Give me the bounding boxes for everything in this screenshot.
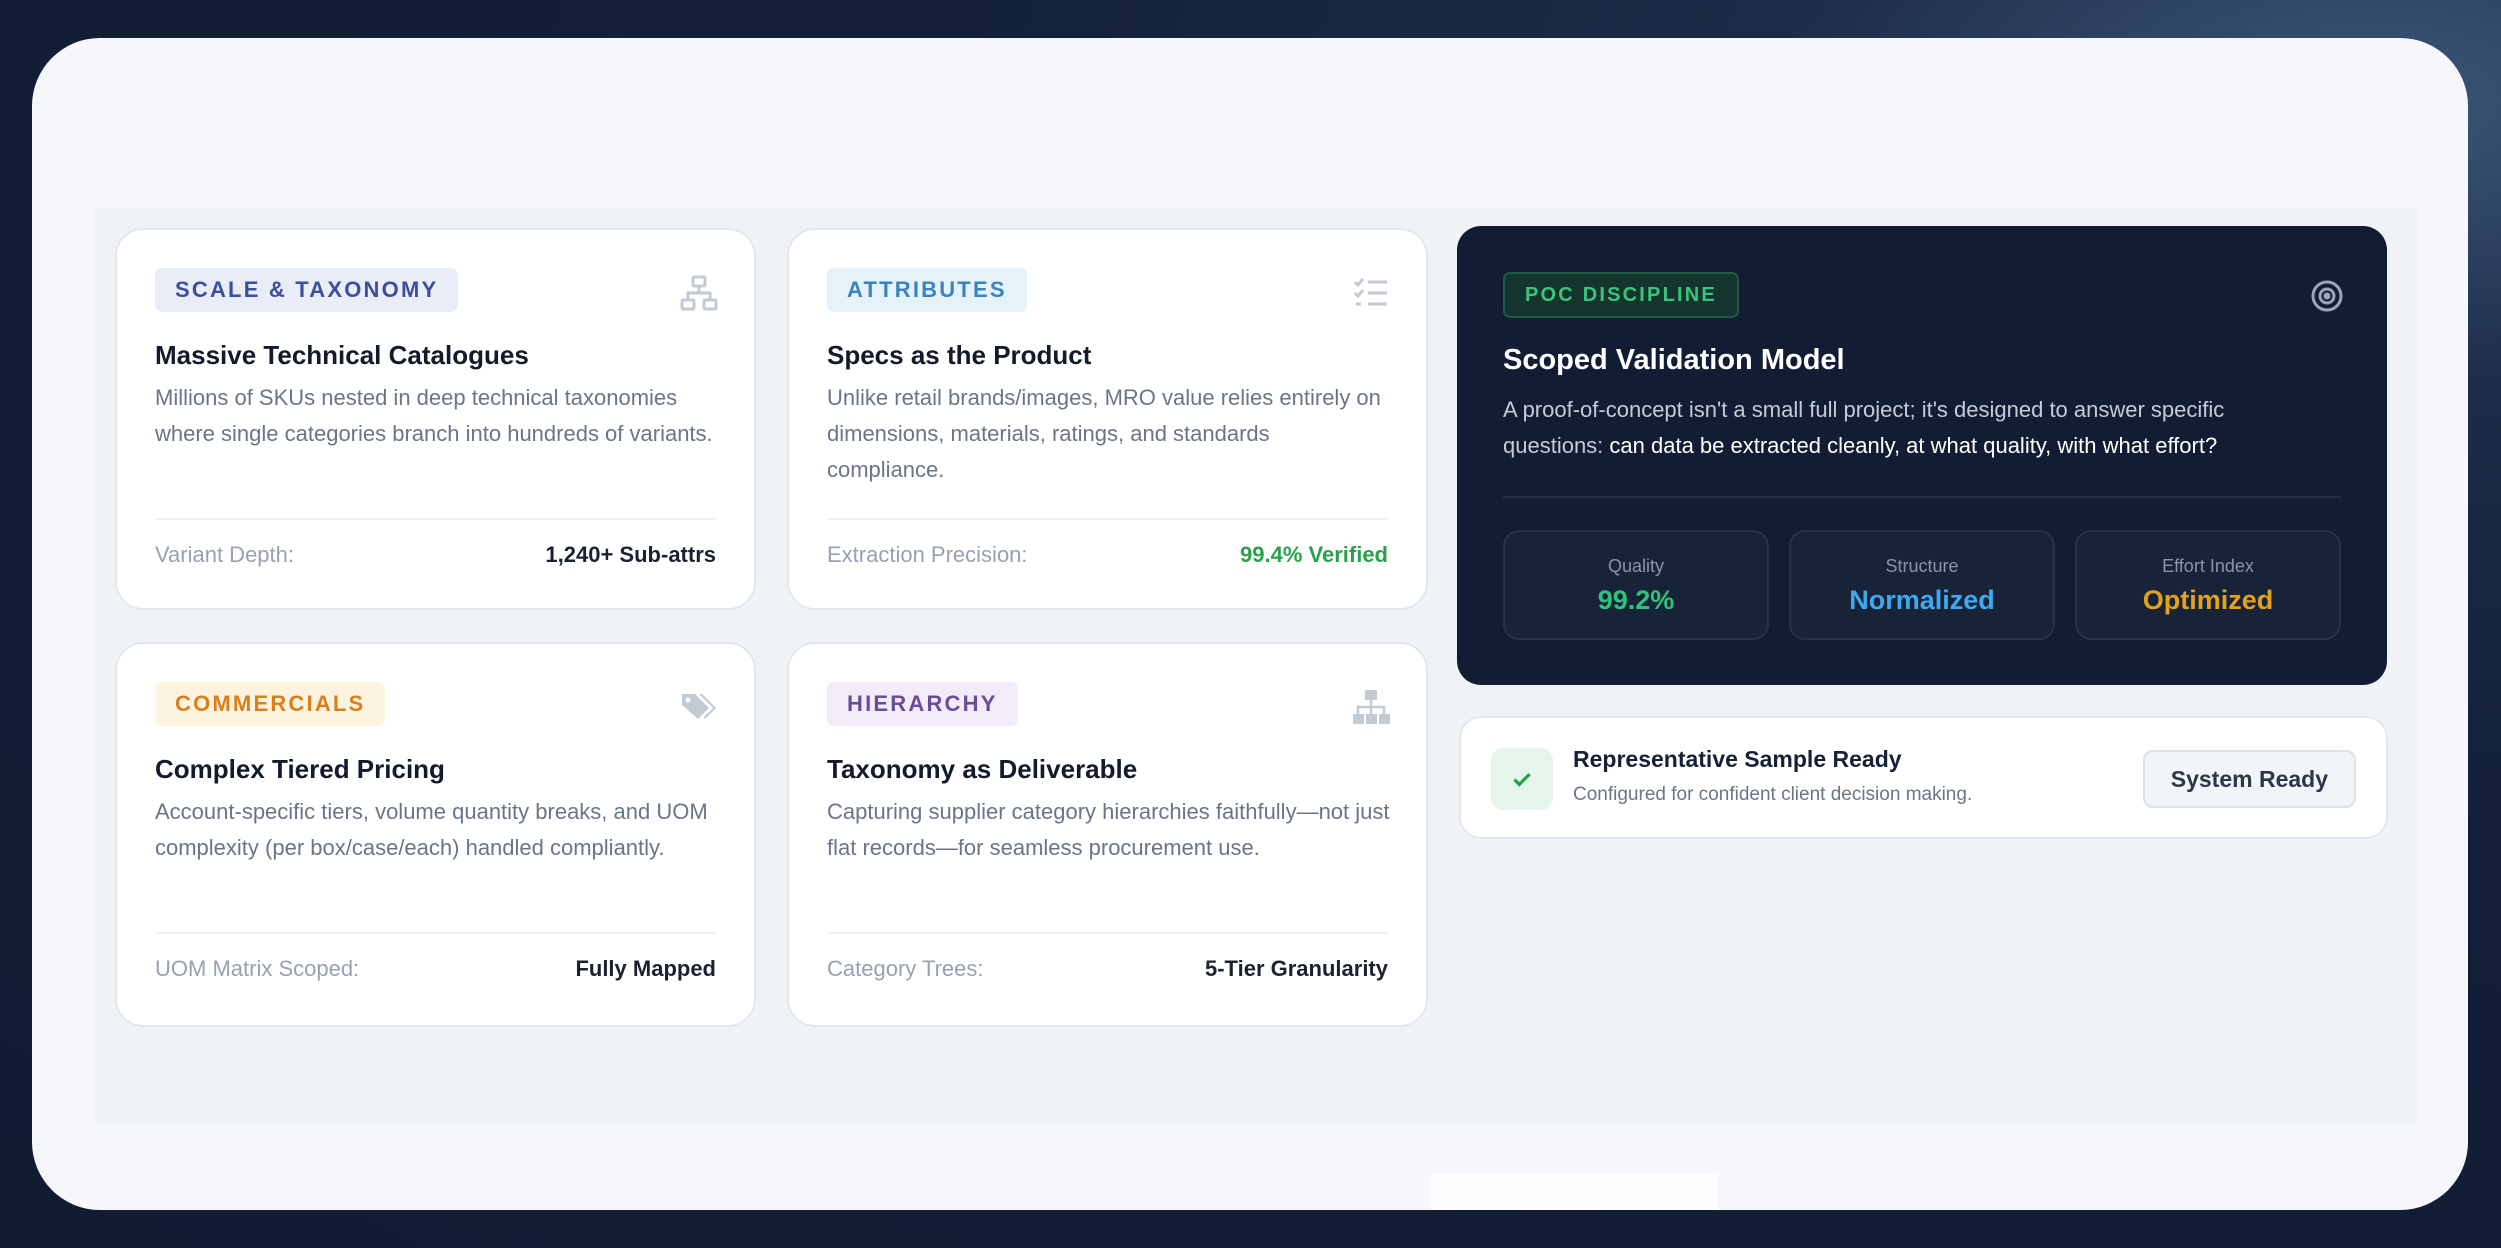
metric-value: Optimized (2142, 585, 2274, 615)
metric-label: Structure (1885, 556, 1959, 576)
card-hierarchy: HIERARCHY Taxonomy as Deliverable Captur… (787, 642, 1428, 1027)
metric-label: Quality (1607, 556, 1665, 576)
card-divider (827, 932, 1388, 934)
card-description: Capturing supplier category hierarchies … (827, 799, 1390, 860)
poc-description-emphasis: can data be extracted cleanly, at what q… (1609, 433, 2218, 458)
metric-value: Normalized (1849, 585, 1995, 615)
card-divider (155, 518, 716, 520)
badge-scale-taxonomy: SCALE & TAXONOMY (155, 268, 459, 312)
sitemap-icon (680, 274, 718, 312)
metric-effort-index: Effort Index Optimized (2075, 530, 2341, 640)
status-subtitle: Configured for confident client decision… (1573, 784, 1973, 805)
card-description: Account-specific tiers, volume quantity … (155, 799, 708, 860)
card-description: Millions of SKUs nested in deep technica… (155, 385, 713, 446)
poc-panel: POC DISCIPLINE Scoped Validation Model A… (1457, 226, 2387, 685)
card-footer-label: Category Trees: (827, 956, 984, 981)
card-divider (155, 932, 716, 934)
card-footer-label: Variant Depth: (155, 542, 295, 567)
card-title: Complex Tiered Pricing (155, 754, 445, 784)
metric-structure: Structure Normalized (1789, 530, 2055, 640)
poc-description: A proof-of-concept isn't a small full pr… (1503, 392, 2267, 464)
status-title: Representative Sample Ready (1573, 746, 1902, 772)
card-title: Massive Technical Catalogues (155, 340, 529, 370)
checklist-icon (1352, 274, 1390, 312)
badge-poc-discipline: POC DISCIPLINE (1503, 272, 1739, 318)
card-footer-value: Fully Mapped (575, 956, 716, 981)
metric-value: 99.2% (1597, 585, 1675, 615)
card-divider (827, 518, 1388, 520)
badge-commercials: COMMERCIALS (155, 682, 386, 726)
card-footer-label: UOM Matrix Scoped: (155, 956, 360, 981)
poc-title: Scoped Validation Model (1503, 344, 1845, 376)
tags-icon (680, 688, 718, 726)
metric-quality: Quality 99.2% (1503, 530, 1769, 640)
target-icon (2309, 278, 2345, 314)
metric-label: Effort Index (2162, 556, 2254, 576)
bottom-tab (1430, 1174, 1718, 1210)
card-attributes: ATTRIBUTES Specs as the Product Unlike r… (787, 228, 1428, 610)
card-title: Taxonomy as Deliverable (827, 754, 1138, 784)
check-icon (1491, 748, 1553, 810)
badge-hierarchy: HIERARCHY (827, 682, 1018, 726)
system-ready-button[interactable]: System Ready (2142, 750, 2356, 808)
sample-ready-status: Representative Sample Ready Configured f… (1459, 716, 2388, 839)
card-description: Unlike retail brands/images, MRO value r… (827, 385, 1381, 482)
card-footer-value: 99.4% Verified (1240, 542, 1388, 567)
card-scale-taxonomy: SCALE & TAXONOMY Massive Technical Catal… (115, 228, 756, 610)
card-footer-value: 1,240+ Sub-attrs (545, 542, 716, 567)
poc-divider (1503, 496, 2341, 498)
card-title: Specs as the Product (827, 340, 1092, 370)
badge-attributes: ATTRIBUTES (827, 268, 1027, 312)
card-commercials: COMMERCIALS Complex Tiered Pricing Accou… (115, 642, 756, 1027)
card-footer-value: 5-Tier Granularity (1205, 956, 1388, 981)
hierarchy-icon (1352, 688, 1390, 726)
card-footer-label: Extraction Precision: (827, 542, 1028, 567)
